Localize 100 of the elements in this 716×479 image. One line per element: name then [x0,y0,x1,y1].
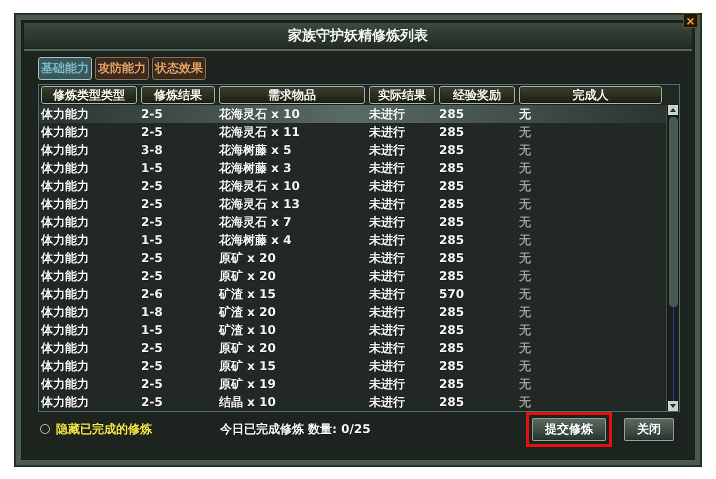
table-row[interactable]: 体力能力 2-5 原矿 x 20 未进行 285 无 [39,339,666,357]
table-cell-text: 体力能力 [40,160,90,176]
table-cell-text: 3-8 [140,143,164,157]
table-cell-text: 2-5 [140,269,164,283]
table-row[interactable]: 体力能力 2-5 花海灵石 x 11 未进行 285 无 [39,123,666,141]
table-row[interactable]: 体力能力 2-5 原矿 x 20 未进行 285 无 [39,249,666,267]
table-cell-text: 2-5 [140,197,164,211]
dialog-button[interactable]: 提交修炼 [532,418,606,440]
table-cell-text: 未进行 [368,178,406,194]
table-cell-text: 无 [518,358,532,374]
table-cell-text: 无 [518,376,532,392]
table-cell-text: 未进行 [368,124,406,140]
table-cell-text: 285 [438,269,466,283]
table-cell-text: 285 [438,107,466,121]
table-cell-text: 285 [438,377,466,391]
column-header[interactable]: 实际结果 [369,86,435,104]
table-cell-text: 无 [518,268,532,284]
scroll-thumb[interactable] [668,117,678,307]
table-row[interactable]: 体力能力 2-5 结晶 x 10 未进行 285 无 [39,393,666,411]
table-cell-text: 体力能力 [40,250,90,266]
tab[interactable]: 攻防能力 [95,57,149,80]
table-row[interactable]: 体力能力 1-5 矿渣 x 10 未进行 285 无 [39,321,666,339]
table-cell-text: 无 [518,196,532,212]
table-cell-text: 矿渣 x 10 [218,322,277,338]
column-header[interactable]: 需求物品 [219,86,365,104]
hide-completed-option[interactable]: 隐藏已完成的修炼 [38,420,152,438]
table-cell-text: 体力能力 [40,106,90,122]
table-cell-text: 无 [518,214,532,230]
table-cell-text: 原矿 x 20 [218,268,277,284]
table-cell-text: 花海灵石 x 7 [218,214,292,230]
table-cell-text: 285 [438,125,466,139]
table-cell-text: 2-5 [140,125,164,139]
table-cell-text: 未进行 [368,214,406,230]
table-cell-text: 1-8 [140,305,164,319]
table-cell-text: 未进行 [368,250,406,266]
column-header[interactable]: 经验奖励 [439,86,515,104]
table-row[interactable]: 体力能力 3-8 花海树藤 x 5 未进行 285 无 [39,141,666,159]
window-title: 家族守护妖精修炼列表 [288,27,428,45]
table-cell-text: 体力能力 [40,376,90,392]
table-cell-text: 无 [518,322,532,338]
table-cell-text: 体力能力 [40,178,90,194]
table-cell-text: 体力能力 [40,358,90,374]
table-cell-text: 体力能力 [40,232,90,248]
table-cell-text: 矿渣 x 20 [218,304,277,320]
scroll-down-icon[interactable] [668,401,678,411]
table-row[interactable]: 体力能力 2-5 原矿 x 20 未进行 285 无 [39,267,666,285]
column-header[interactable]: 修炼类型类型 [41,86,137,104]
table-cell-text: 未进行 [368,286,406,302]
table-cell-text: 无 [518,124,532,140]
table-cell-text: 体力能力 [40,196,90,212]
table-cell-text: 未进行 [368,232,406,248]
table-cell-text: 285 [438,179,466,193]
dialog-button[interactable]: 关闭 [624,418,674,440]
table-cell-text: 结晶 x 10 [218,394,277,410]
table-row[interactable]: 体力能力 2-5 原矿 x 19 未进行 285 无 [39,375,666,393]
table-cell-text: 未进行 [368,340,406,356]
table-cell-text: 570 [438,287,466,301]
column-header[interactable]: 修炼结果 [141,86,215,104]
table-row[interactable]: 体力能力 2-5 花海灵石 x 10 未进行 285 无 [39,177,666,195]
table-cell-text: 285 [438,305,466,319]
column-header[interactable]: 完成人 [519,86,662,104]
table-cell-text: 原矿 x 20 [218,250,277,266]
table-cell-text: 花海灵石 x 10 [218,178,301,194]
table-cell-text: 花海灵石 x 13 [218,196,301,212]
table-row[interactable]: 体力能力 2-5 原矿 x 15 未进行 285 无 [39,357,666,375]
table-cell-text: 未进行 [368,358,406,374]
table-row[interactable]: 体力能力 1-8 矿渣 x 20 未进行 285 无 [39,303,666,321]
table-cell-text: 2-5 [140,179,164,193]
table-row[interactable]: 体力能力 2-5 花海灵石 x 10 未进行 285 无 [39,105,666,123]
table-cell-text: 无 [518,178,532,194]
table-cell-text: 未进行 [368,376,406,392]
table-cell-text: 体力能力 [40,214,90,230]
table-cell-text: 未进行 [368,394,406,410]
table-row[interactable]: 体力能力 1-5 花海树藤 x 3 未进行 285 无 [39,159,666,177]
table-cell-text: 体力能力 [40,304,90,320]
table-row[interactable]: 体力能力 2-5 花海灵石 x 13 未进行 285 无 [39,195,666,213]
table-cell-text: 285 [438,251,466,265]
table-cell-text: 体力能力 [40,124,90,140]
table-cell-text: 无 [518,142,532,158]
table-row[interactable]: 体力能力 1-5 花海树藤 x 4 未进行 285 无 [39,231,666,249]
radio-label: 隐藏已完成的修炼 [56,420,152,438]
table-cell-text: 花海树藤 x 3 [218,160,292,176]
radio-button[interactable] [40,424,50,434]
table-cell-text: 原矿 x 19 [218,376,277,392]
table-cell-text: 1-5 [140,233,164,247]
table-cell-text: 原矿 x 15 [218,358,277,374]
table-row[interactable]: 体力能力 2-6 矿渣 x 15 未进行 570 无 [39,285,666,303]
table-cell-text: 285 [438,143,466,157]
close-button[interactable]: × [683,13,698,28]
scrollbar[interactable] [666,105,679,411]
tab[interactable]: 状态效果 [152,57,206,80]
table-cell-text: 无 [518,340,532,356]
table-cell-text: 未进行 [368,268,406,284]
table-cell-text: 体力能力 [40,394,90,410]
table-cell-text: 285 [438,341,466,355]
scroll-up-icon[interactable] [668,105,678,115]
table-cell-text: 体力能力 [40,340,90,356]
table-cell-text: 花海树藤 x 5 [218,142,292,158]
table-row[interactable]: 体力能力 2-5 花海灵石 x 7 未进行 285 无 [39,213,666,231]
table-cell-text: 2-6 [140,287,164,301]
